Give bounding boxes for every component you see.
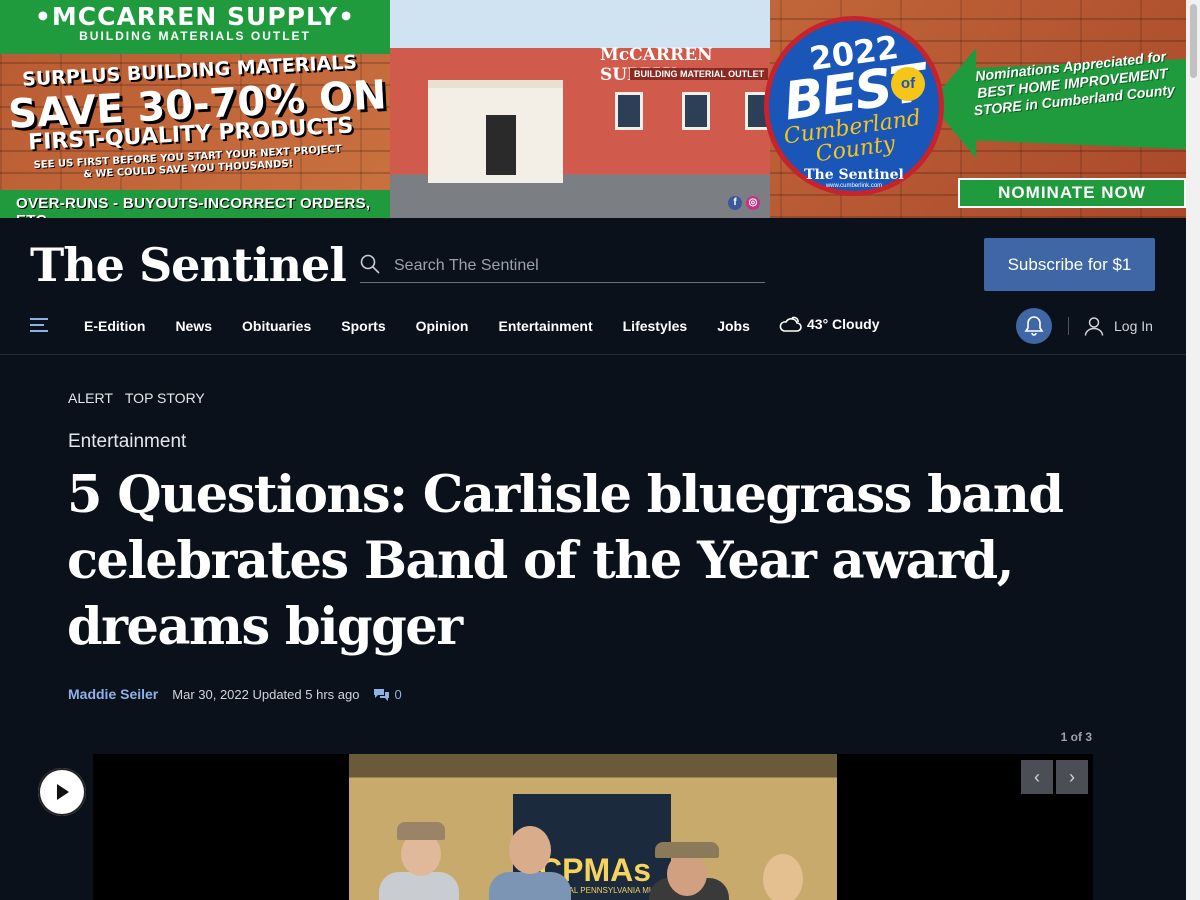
audio-play-button[interactable] bbox=[38, 768, 86, 816]
nav-divider bbox=[1068, 317, 1069, 335]
person-head bbox=[763, 854, 803, 900]
article-flags: ALERT TOP STORY bbox=[68, 390, 217, 406]
article-headline: 5 Questions: Carlisle bluegrass band cel… bbox=[67, 465, 1064, 657]
person-head bbox=[509, 826, 551, 874]
nav-item-opinion[interactable]: Opinion bbox=[416, 318, 469, 334]
main-nav: E-Edition News Obituaries Sports Opinion… bbox=[0, 300, 1186, 355]
gallery-prev-button[interactable]: ‹ bbox=[1021, 760, 1053, 794]
facebook-icon: f bbox=[728, 196, 742, 210]
ad-store-photo: McCARREN SUPPLY BUILDING MATERIAL OUTLET bbox=[390, 0, 770, 218]
scrollbar-thumb[interactable] bbox=[1190, 4, 1197, 78]
nav-item-e-edition[interactable]: E-Edition bbox=[84, 318, 145, 334]
nav-item-sports[interactable]: Sports bbox=[341, 318, 385, 334]
nav-item-jobs[interactable]: Jobs bbox=[717, 318, 750, 334]
login-link[interactable]: Log In bbox=[1084, 316, 1153, 336]
person-hat bbox=[397, 822, 445, 840]
instagram-icon: ◎ bbox=[746, 196, 760, 210]
search-bar[interactable] bbox=[360, 250, 765, 283]
search-input[interactable] bbox=[392, 252, 756, 280]
hamburger-icon[interactable] bbox=[30, 316, 50, 334]
comments-link[interactable]: 0 bbox=[373, 686, 402, 702]
section-label[interactable]: Entertainment bbox=[68, 431, 186, 453]
ad-bottom-bar: OVER-RUNS - BUYOUTS-INCORRECT ORDERS, ET… bbox=[0, 190, 390, 218]
nav-item-entertainment[interactable]: Entertainment bbox=[499, 318, 593, 334]
byline: Maddie Seiler Mar 30, 2022 Updated 5 hrs… bbox=[68, 686, 402, 702]
ad-badge-site: www.cumberlink.com bbox=[825, 183, 883, 189]
flag-alert: ALERT bbox=[68, 390, 113, 406]
nav-item-lifestyles[interactable]: Lifestyles bbox=[623, 318, 688, 334]
nav-item-obituaries[interactable]: Obituaries bbox=[242, 318, 311, 334]
comments-icon bbox=[374, 688, 390, 701]
nominate-now-button[interactable]: NOMINATE NOW bbox=[958, 178, 1186, 208]
weather-widget[interactable]: 43° Cloudy bbox=[778, 315, 880, 333]
subscribe-button[interactable]: Subscribe for $1 bbox=[984, 238, 1155, 291]
bell-icon bbox=[1024, 316, 1044, 336]
gallery-counter: 1 of 3 bbox=[1060, 730, 1092, 744]
ad-overruns: OVER-RUNS - BUYOUTS-INCORRECT ORDERS, ET… bbox=[16, 195, 371, 218]
comment-count: 0 bbox=[394, 686, 402, 702]
ad-store-sign-sub: BUILDING MATERIAL OUTLET bbox=[630, 68, 769, 80]
ad-store-door bbox=[486, 115, 516, 175]
site-logo[interactable]: The Sentinel bbox=[30, 238, 347, 292]
ad-brand-banner: •MCCARREN SUPPLY• BUILDING MATERIALS OUT… bbox=[0, 0, 390, 54]
notifications-button[interactable] bbox=[1016, 308, 1052, 344]
person-hat bbox=[655, 842, 719, 858]
login-label: Log In bbox=[1114, 318, 1153, 334]
search-icon[interactable] bbox=[360, 254, 380, 274]
ad-best-of-badge: 2022 BEST of Cumberland County The Senti… bbox=[764, 16, 944, 196]
ad-banner[interactable]: •MCCARREN SUPPLY• BUILDING MATERIALS OUT… bbox=[0, 0, 1186, 218]
person bbox=[489, 872, 571, 900]
gallery-photo[interactable]: CPMAs CENTRAL PENNSYLVANIA MUSIC bbox=[349, 754, 837, 900]
ad-brand-sub: BUILDING MATERIALS OUTLET bbox=[79, 29, 311, 43]
cloud-sun-icon bbox=[779, 316, 802, 332]
nav-item-news[interactable]: News bbox=[175, 318, 212, 334]
scrollbar-track[interactable] bbox=[1186, 0, 1200, 900]
flag-top-story: TOP STORY bbox=[124, 390, 205, 406]
person-head bbox=[667, 852, 707, 896]
weather-text: 43° Cloudy bbox=[807, 316, 880, 332]
ad-social-icons: f ◎ bbox=[728, 196, 764, 210]
person bbox=[379, 872, 459, 900]
play-icon bbox=[57, 784, 69, 800]
article-date: Mar 30, 2022 Updated 5 hrs ago bbox=[172, 686, 360, 702]
ad-store-window bbox=[615, 92, 643, 130]
ad-store-window bbox=[682, 92, 710, 130]
photo-gallery[interactable]: CPMAs CENTRAL PENNSYLVANIA MUSIC ‹ › bbox=[93, 754, 1093, 900]
gallery-next-button[interactable]: › bbox=[1056, 760, 1088, 794]
user-icon bbox=[1084, 317, 1104, 336]
ad-badge-of: of bbox=[891, 67, 925, 101]
ad-brand: •MCCARREN SUPPLY• bbox=[34, 2, 356, 31]
author-link[interactable]: Maddie Seiler bbox=[68, 686, 158, 702]
nav-items: E-Edition News Obituaries Sports Opinion… bbox=[84, 318, 780, 334]
